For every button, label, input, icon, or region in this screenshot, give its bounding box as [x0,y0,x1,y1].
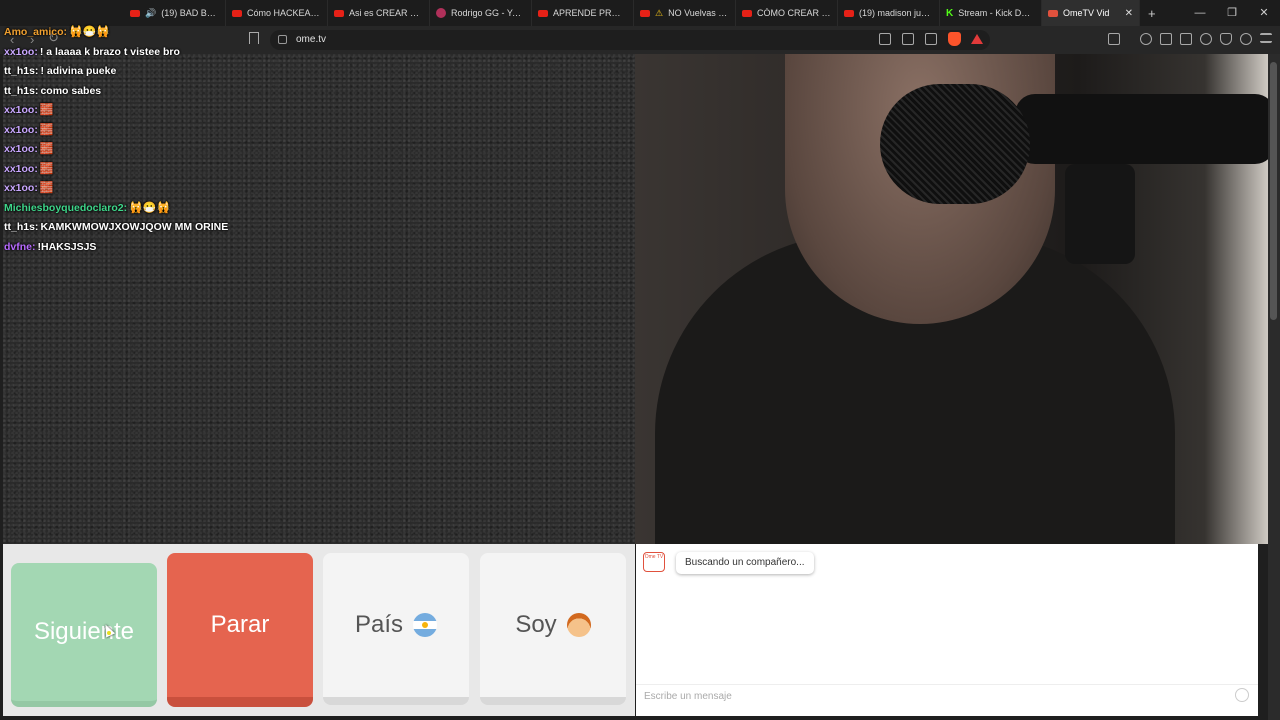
chat-message: dvfne: !HAKSJSJS [4,239,604,259]
kick-icon: K [946,7,954,19]
chat-username: Amo_amico: [4,26,68,38]
youtube-icon [640,9,650,17]
chat-username: Michiesboyquedoclaro2: [4,201,128,214]
screenshot-icon[interactable] [1108,33,1120,45]
cursor-highlight [107,631,111,635]
chat-message: tt_h1s: como sabes [4,83,604,103]
brave-shields-icon[interactable] [948,32,961,46]
chat-text: ! a laaaa k brazo t vistee bro [39,45,180,58]
status-message: Buscando un compañero... [676,552,814,574]
vpn-shield-icon[interactable] [1220,33,1232,45]
tab-4[interactable]: APRENDE PROGRA [532,0,634,26]
chat-username: tt_h1s: [4,221,39,233]
tab-9[interactable]: OmeTV Vid ✕ [1042,0,1140,26]
tab-2[interactable]: Asi es CREAR HAC [328,0,430,26]
chat-username: xx1oo: [4,123,38,136]
sidebar-icon[interactable] [1160,33,1172,45]
share-icon[interactable] [925,33,937,45]
tab-5[interactable]: ⚠ NO Vuelvas a S [634,0,736,26]
page-scroll-thumb[interactable] [1270,62,1277,320]
warning-icon: ⚠ [655,7,664,18]
chat-emote: 🧱 [39,143,54,155]
chat-username: xx1oo: [4,104,38,116]
self-camera-video [635,54,1268,544]
chat-username: xx1oo: [4,143,38,155]
chat-username: xx1oo: [4,45,38,58]
brave-rewards-icon[interactable] [971,34,983,44]
chat-username: tt_h1s: [4,65,39,77]
chat-text: ! adivina pueke [40,65,117,77]
tab-1[interactable]: Cómo HACKEAR J [226,0,328,26]
boy-avatar-icon [566,613,591,637]
chat-emote: 🙀😷🙀 [129,201,171,214]
menu-icon[interactable] [1260,33,1272,43]
chat-username: xx1oo: [4,182,38,194]
chat-text: KAMKWMOWJXOWJQOW MM ORINE [40,221,229,233]
mic-mount [1065,164,1135,264]
chat-emote: 🧱 [39,162,54,175]
chat-message: Michiesboyquedoclaro2: 🙀😷🙀 [4,200,604,220]
chat-message: xx1oo: 🧱 [4,122,604,142]
minimize-button[interactable]: — [1184,0,1216,26]
audio-icon[interactable]: 🔊 [145,8,156,19]
chat-text: !HAKSJSJS [37,240,97,253]
chat-emote: 🙀😷🙀 [69,26,111,38]
wallet-icon[interactable] [1180,33,1192,45]
chat-message: tt_h1s:! adivina pueke [4,63,604,83]
chat-message: xx1oo: 🧱 [4,141,604,161]
youtube-icon [334,9,344,17]
chat-message: xx1oo: 🧱 [4,102,604,122]
chat-username: tt_h1s: [4,84,39,97]
tab-7[interactable]: (19) madison juego [838,0,940,26]
leo-ai-icon[interactable] [1200,33,1212,45]
cast-icon[interactable] [902,33,914,45]
close-window-button[interactable]: ✕ [1248,0,1280,26]
message-input[interactable] [636,684,1258,708]
microphone [880,84,1030,204]
music-icon[interactable] [1140,33,1152,45]
stream-chat-overlay: Amo_amico: 🙀😷🙀 xx1oo:! a laaaa k brazo t v… [4,24,604,258]
close-tab-icon[interactable]: ✕ [1125,8,1133,19]
gender-button[interactable]: Soy [480,553,626,705]
chat-message: Amo_amico: 🙀😷🙀 [4,24,604,44]
youtube-icon [844,9,854,17]
country-button[interactable]: País [323,553,469,705]
chat-text: como sabes [40,84,102,97]
tab-8[interactable]: K Stream - Kick Dash [940,0,1042,26]
youtube-icon [742,9,752,17]
argentina-flag-icon [413,613,438,637]
browser-tab-bar: 🔊(19) BAD BUNN Cómo HACKEAR J Asi es CRE… [0,0,1280,26]
chat-message: xx1oo: 🧱 [4,161,604,181]
chat-emote: 🧱 [39,123,54,136]
youtube-icon [232,9,242,17]
youtube-icon [538,9,548,17]
emoji-icon[interactable] [1235,688,1249,702]
translate-icon[interactable] [879,33,891,45]
chat-username: dvfne: [4,240,36,253]
window-controls: — ❐ ✕ [1184,0,1280,26]
ometv-icon [1048,9,1058,17]
youtube-icon [130,9,140,17]
chat-message: tt_h1s: KAMKWMOWJXOWJQOW MM ORINE [4,219,604,239]
stop-button[interactable]: Parar [167,553,313,707]
ometv-logo: Ome TV [643,552,665,572]
chat-emote: 🧱 [39,182,54,194]
tab-0[interactable]: 🔊(19) BAD BUNN [124,0,226,26]
next-button[interactable]: Siguiente [11,563,157,707]
tab-6[interactable]: CÓMO CREAR HAC [736,0,838,26]
tab-3[interactable]: Rodrigo GG - YouT [430,0,532,26]
chat-emote: 🧱 [39,104,54,116]
controls-panel: Siguiente Parar País Soy [3,544,635,716]
extensions-icon[interactable] [1240,33,1252,45]
new-tab-button[interactable]: + [1140,6,1164,21]
chat-message: xx1oo:! a laaaa k brazo t vistee bro [4,44,604,64]
mic-arm [1015,94,1268,164]
chat-message: xx1oo: 🧱 [4,180,604,200]
channel-avatar-icon [436,8,446,18]
chat-username: xx1oo: [4,162,38,175]
maximize-button[interactable]: ❐ [1216,0,1248,26]
